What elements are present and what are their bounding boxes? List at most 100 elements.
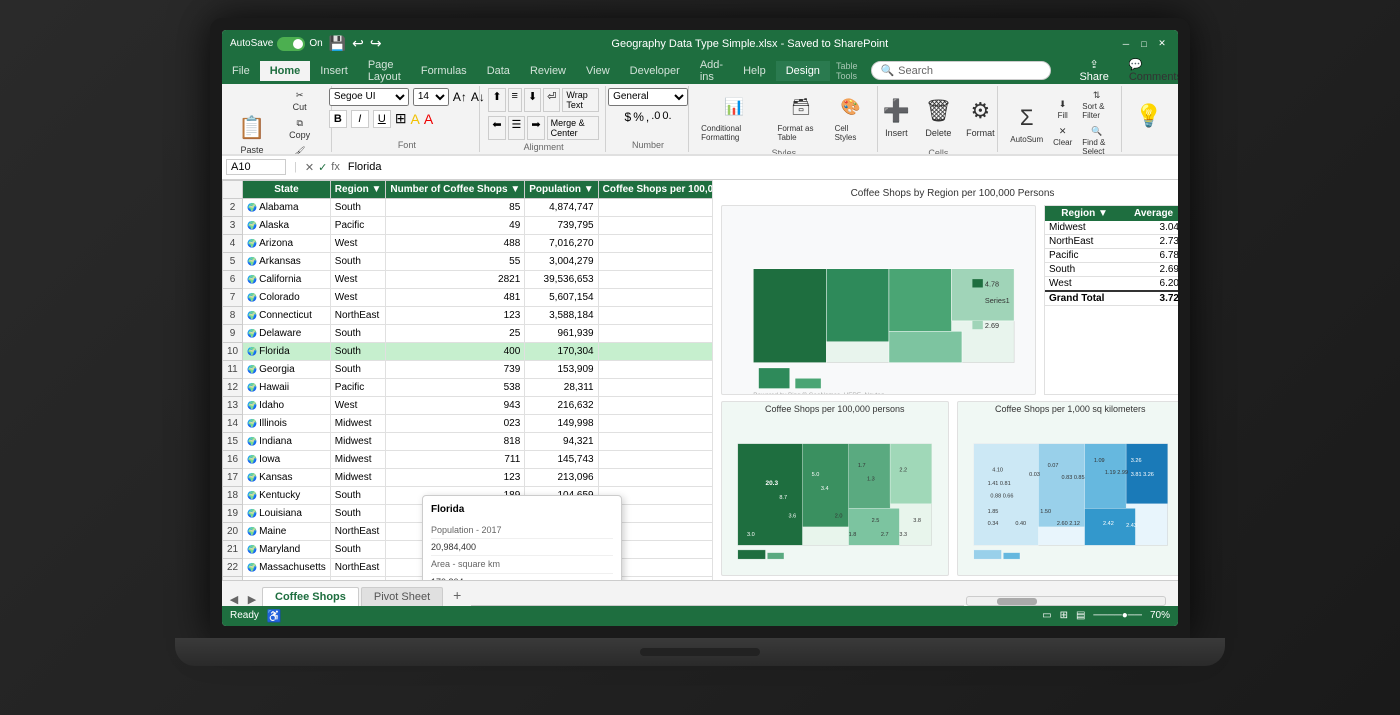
copy-button[interactable]: ⧉ Copy bbox=[274, 116, 325, 142]
redo-icon[interactable]: ↪ bbox=[370, 35, 382, 52]
cell-coffee-shops[interactable]: 123 bbox=[386, 468, 525, 486]
cell-population[interactable]: 28,311 bbox=[525, 378, 598, 396]
cell-region[interactable]: South bbox=[330, 540, 386, 558]
cell-region[interactable]: West bbox=[330, 396, 386, 414]
table-row[interactable]: 13 🌍Idaho West 943 216,632 3.9 216,632 0… bbox=[223, 396, 713, 414]
table-row[interactable]: 12 🌍Hawaii Pacific 538 28,311 6.9 28,311… bbox=[223, 378, 713, 396]
undo-icon[interactable]: ↩ bbox=[352, 35, 364, 52]
cell-state[interactable]: 🌍Idaho bbox=[243, 396, 331, 414]
cell-region[interactable]: Pacific bbox=[330, 378, 386, 396]
cell-coffee-shops[interactable]: 400 bbox=[386, 342, 525, 360]
cell-coffee-shops[interactable]: 49 bbox=[386, 216, 525, 234]
search-box[interactable]: 🔍 Search bbox=[871, 61, 1051, 80]
decrease-decimal-button[interactable]: 0. bbox=[662, 110, 671, 124]
cell-coffee-shops[interactable]: 481 bbox=[386, 288, 525, 306]
cell-state[interactable]: 🌍Iowa bbox=[243, 450, 331, 468]
cell-region[interactable]: South bbox=[330, 342, 386, 360]
table-row[interactable]: 10 🌍Florida South 400 170,304 3.3 170,30… bbox=[223, 342, 713, 360]
view-layout-icon[interactable]: ⊞ bbox=[1060, 610, 1068, 621]
tab-help[interactable]: Help bbox=[733, 61, 776, 81]
cell-state[interactable]: 🌍Indiana bbox=[243, 432, 331, 450]
cell-population[interactable]: 216,632 bbox=[525, 396, 598, 414]
cell-state[interactable]: 🌍Massachusetts bbox=[243, 558, 331, 576]
wrap-text-label[interactable]: Wrap Text bbox=[562, 88, 599, 112]
ideas-ribbon-button[interactable]: 💡 bbox=[1129, 88, 1169, 146]
table-row[interactable]: 15 🌍Indiana Midwest 818 94,321 3.3 94,32… bbox=[223, 432, 713, 450]
cell-per100k[interactable]: 2.8 bbox=[598, 450, 712, 468]
cell-state[interactable]: 🌍Alabama bbox=[243, 198, 331, 216]
table-row[interactable]: 17 🌍Kansas Midwest 123 213,096 3.2 213,0… bbox=[223, 468, 713, 486]
confirm-formula-button[interactable]: ✓ bbox=[318, 161, 327, 174]
formula-input[interactable] bbox=[344, 161, 1174, 173]
cell-state[interactable]: 🌍Louisiana bbox=[243, 504, 331, 522]
cell-population[interactable]: 7,016,270 bbox=[525, 234, 598, 252]
share-button[interactable]: ⇪ Share bbox=[1067, 55, 1120, 86]
cell-state[interactable]: 🌍Florida bbox=[243, 342, 331, 360]
fill-button[interactable]: ⬇ Fill bbox=[1049, 97, 1076, 122]
tab-addins[interactable]: Add-ins bbox=[690, 55, 733, 87]
currency-button[interactable]: $ bbox=[625, 110, 632, 124]
cell-coffee-shops[interactable]: 538 bbox=[386, 378, 525, 396]
cell-population[interactable]: 961,939 bbox=[525, 324, 598, 342]
number-format-select[interactable]: General bbox=[608, 88, 688, 106]
cell-region[interactable]: NorthEast bbox=[330, 306, 386, 324]
cell-styles-button[interactable]: 🎨 Cell Styles bbox=[831, 88, 871, 146]
cell-state[interactable]: 🌍Georgia bbox=[243, 360, 331, 378]
cell-per100k[interactable]: 1.7 bbox=[598, 198, 712, 216]
increase-font-button[interactable]: A↑ bbox=[453, 90, 467, 104]
cell-population[interactable]: 39,536,653 bbox=[525, 270, 598, 288]
cell-region[interactable]: West bbox=[330, 288, 386, 306]
italic-button[interactable]: I bbox=[351, 110, 369, 128]
tab-formulas[interactable]: Formulas bbox=[411, 61, 477, 81]
align-bottom-button[interactable]: ⬇ bbox=[524, 88, 541, 112]
format-as-table-button[interactable]: 🗃 Format as Table bbox=[773, 88, 828, 146]
cell-state[interactable]: 🌍Illinois bbox=[243, 414, 331, 432]
cell-population[interactable]: 94,321 bbox=[525, 432, 598, 450]
conditional-formatting-button[interactable]: 📊 Conditional Formatting bbox=[697, 88, 771, 146]
minimize-button[interactable]: ─ bbox=[1118, 36, 1134, 52]
save-icon[interactable]: 💾 bbox=[329, 35, 346, 52]
tab-design[interactable]: Design bbox=[776, 61, 830, 81]
percent-button[interactable]: % bbox=[633, 110, 644, 124]
cell-coffee-shops[interactable]: 739 bbox=[386, 360, 525, 378]
increase-decimal-button[interactable]: .0 bbox=[651, 110, 660, 124]
font-size-select[interactable]: 14 bbox=[413, 88, 449, 106]
cell-state[interactable]: 🌍Delaware bbox=[243, 324, 331, 342]
cell-state[interactable]: 🌍Maine bbox=[243, 522, 331, 540]
table-row[interactable]: 4 🌍Arizona West 488 7,016,270 7.0 295,25… bbox=[223, 234, 713, 252]
tab-file[interactable]: File bbox=[222, 61, 260, 81]
cell-state[interactable]: 🌍Hawaii bbox=[243, 378, 331, 396]
cell-per100k[interactable]: 3.1 bbox=[598, 360, 712, 378]
cell-state[interactable]: 🌍Kentucky bbox=[243, 486, 331, 504]
cell-state[interactable]: 🌍Michigan bbox=[243, 576, 331, 580]
cell-population[interactable]: 213,096 bbox=[525, 468, 598, 486]
cell-region[interactable]: Midwest bbox=[330, 432, 386, 450]
table-row[interactable]: 6 🌍California West 2821 39,536,653 7.1 4… bbox=[223, 270, 713, 288]
find-select-button[interactable]: 🔍 Find & Select bbox=[1078, 124, 1115, 158]
cell-population[interactable]: 3,588,184 bbox=[525, 306, 598, 324]
align-center-button[interactable]: ☰ bbox=[508, 116, 526, 140]
cell-coffee-shops[interactable]: 818 bbox=[386, 432, 525, 450]
cell-region[interactable]: NorthEast bbox=[330, 522, 386, 540]
align-middle-button[interactable]: ≡ bbox=[508, 88, 522, 112]
add-sheet-button[interactable]: + bbox=[445, 584, 469, 606]
table-row[interactable]: 11 🌍Georgia South 739 153,909 3.1 153,90… bbox=[223, 360, 713, 378]
cell-state[interactable]: 🌍Alaska bbox=[243, 216, 331, 234]
tab-developer[interactable]: Developer bbox=[620, 61, 690, 81]
restore-button[interactable]: □ bbox=[1136, 36, 1152, 52]
align-left-button[interactable]: ⬅ bbox=[488, 116, 505, 140]
view-break-icon[interactable]: ▤ bbox=[1076, 610, 1085, 621]
tab-page-layout[interactable]: Page Layout bbox=[358, 55, 411, 87]
tab-insert[interactable]: Insert bbox=[310, 61, 358, 81]
cell-region[interactable]: Midwest bbox=[330, 576, 386, 580]
sheet-tab-coffee-shops[interactable]: Coffee Shops bbox=[262, 587, 359, 606]
insert-function-button[interactable]: fx bbox=[331, 161, 340, 173]
wrap-text-button[interactable]: ⏎ bbox=[543, 88, 560, 112]
format-button[interactable]: ⚙ Format bbox=[960, 88, 1000, 146]
cell-region[interactable]: South bbox=[330, 252, 386, 270]
cell-population[interactable]: 149,998 bbox=[525, 414, 598, 432]
cell-population[interactable]: 3,004,279 bbox=[525, 252, 598, 270]
cell-state[interactable]: 🌍Arizona bbox=[243, 234, 331, 252]
align-right-button[interactable]: ➡ bbox=[527, 116, 544, 140]
merge-center-button[interactable]: Merge & Center bbox=[547, 116, 599, 140]
